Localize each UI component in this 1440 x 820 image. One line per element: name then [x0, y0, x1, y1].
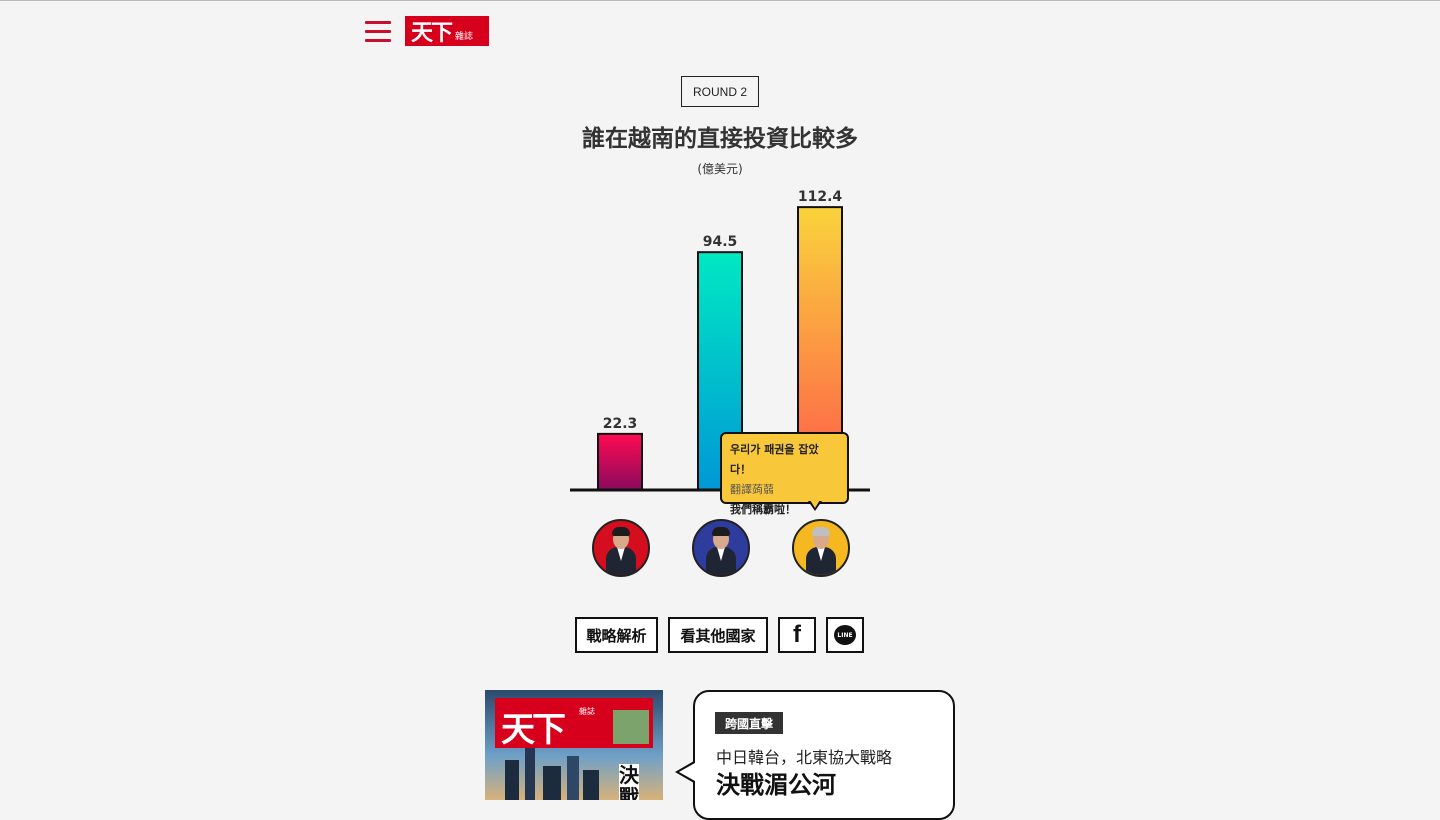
facebook-icon: f [793, 621, 801, 648]
line-icon-text: LINE [837, 631, 853, 639]
logo-small-text: 雜誌 [455, 31, 474, 42]
chart-title: 誰在越南的直接投資比較多 [582, 126, 858, 152]
avatar-japan-leader [692, 519, 750, 577]
promo-title[interactable]: 決戰湄公河 [716, 765, 836, 800]
menu-icon[interactable] [365, 21, 391, 43]
facebook-share-button[interactable]: f [778, 617, 816, 653]
cover-photo [613, 710, 649, 744]
analysis-button[interactable]: 戰略解析 [575, 617, 658, 653]
bubble-korean-text: 우리가 패권을 잡았다！ [730, 443, 819, 476]
promo-tag: 跨國直擊 [715, 712, 784, 734]
bubble-translation-label: 翻譯蒟蒻 [730, 483, 774, 496]
line-share-button[interactable]: LINE [826, 617, 864, 653]
bar-china [597, 432, 643, 491]
round-badge: ROUND 2 [681, 76, 759, 107]
site-logo[interactable]: 天下 雜誌 [405, 16, 489, 46]
bar-japan-value-label: 94.5 [703, 234, 738, 250]
other-countries-button[interactable]: 看其他國家 [668, 617, 768, 653]
speech-bubble: 우리가 패권을 잡았다！ 翻譯蒟蒻 我們稱霸啦！ [720, 432, 849, 516]
bar-korea-value-label: 112.4 [798, 189, 843, 205]
cover-masthead-small: 雜誌 [579, 707, 595, 716]
avatar-china-leader [592, 519, 650, 577]
cover-masthead: 天下 [501, 710, 566, 750]
cover-headline: 決戰 [619, 764, 639, 800]
logo-main-text: 天下 [411, 20, 453, 46]
line-icon: LINE [834, 625, 856, 645]
magazine-cover[interactable]: 天下 雜誌 決戰 [485, 690, 663, 800]
bubble-chinese-text: 我們稱霸啦！ [730, 503, 796, 516]
promo-card-tail-fill [679, 763, 695, 781]
chart-unit: (億美元) [697, 162, 743, 176]
speech-bubble-tail-fill [810, 500, 820, 508]
bar-china-value-label: 22.3 [603, 416, 638, 432]
avatar-korea-leader [792, 519, 850, 577]
